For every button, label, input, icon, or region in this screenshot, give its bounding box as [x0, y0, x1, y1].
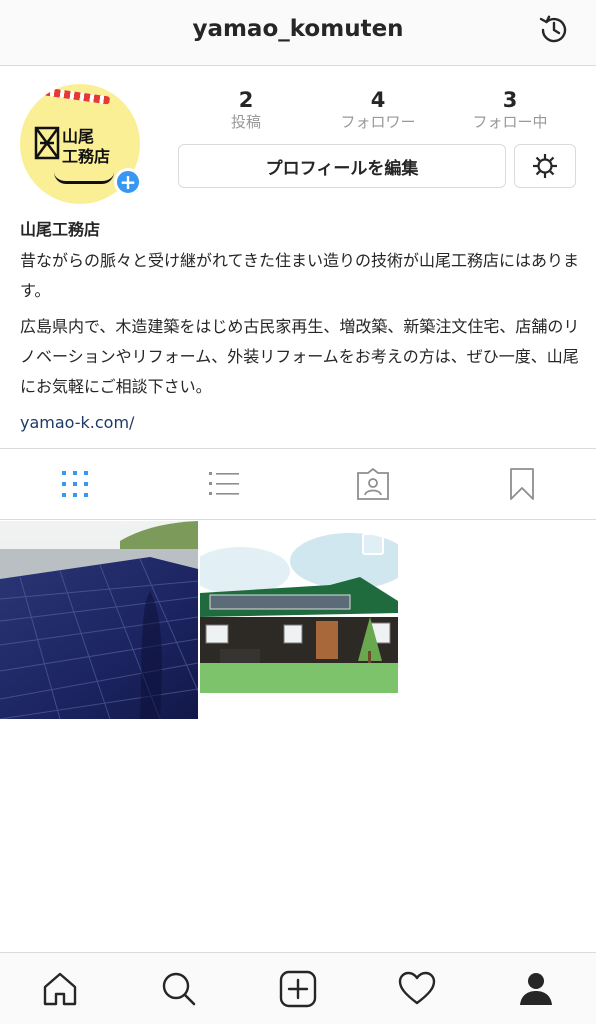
tab-saved[interactable] [447, 449, 596, 519]
nav-home[interactable] [0, 953, 119, 1024]
logo-mark-icon: 山尾 工務店 [34, 126, 110, 166]
history-button[interactable] [536, 12, 572, 48]
multi-post-icon [362, 533, 384, 555]
add-story-button[interactable]: + [114, 168, 142, 196]
post-thumbnail[interactable] [0, 521, 198, 719]
list-icon [208, 472, 239, 495]
tab-tagged[interactable] [298, 449, 447, 519]
svg-text:山尾: 山尾 [62, 127, 94, 146]
grid-icon [61, 471, 88, 497]
tab-list[interactable] [149, 449, 298, 519]
stat-label: フォロワー [340, 113, 416, 131]
heart-icon [399, 971, 436, 1004]
stat-followers[interactable]: 4 フォロワー [312, 88, 444, 138]
history-icon [539, 15, 567, 43]
bottom-navigation [0, 952, 596, 1024]
solar-panel-photo [0, 521, 198, 719]
stat-label: フォロー中 [472, 113, 548, 131]
add-post-icon [279, 970, 317, 1007]
stat-following[interactable]: 3 フォロー中 [444, 88, 576, 138]
profile-display-name: 山尾工務店 [20, 220, 101, 239]
stat-value: 3 [502, 88, 518, 112]
edit-profile-button[interactable]: プロフィールを編集 [178, 144, 506, 188]
bio-text-line-1: 昔ながらの脈々と受け継がれてきた住まい造りの技術が山尾工務店にはあります。 [20, 251, 580, 300]
avatar-decoration [43, 87, 111, 105]
bookmark-icon [509, 468, 534, 500]
nav-search[interactable] [119, 953, 238, 1024]
profile-icon [520, 972, 553, 1005]
home-icon [43, 972, 76, 1005]
tab-grid[interactable] [0, 449, 149, 519]
nav-profile[interactable] [477, 953, 596, 1024]
posts-grid [0, 521, 596, 721]
svg-text:工務店: 工務店 [62, 147, 110, 166]
profile-bio: 山尾工務店 昔ながらの脈々と受け継がれてきた住まい造りの技術が山尾工務店にはあり… [20, 218, 580, 438]
stat-value: 2 [238, 88, 254, 112]
avatar-container[interactable]: 山尾 工務店 + [20, 84, 144, 208]
plus-icon: + [119, 170, 137, 194]
avatar-logo: 山尾 工務店 [34, 124, 132, 166]
profile-tabs [0, 448, 596, 520]
search-icon [162, 972, 196, 1005]
bio-website-link[interactable]: yamao-k.com/ [20, 408, 580, 438]
profile-stats: 2 投稿 4 フォロワー 3 フォロー中 [180, 88, 576, 138]
stat-value: 4 [370, 88, 386, 112]
tagged-person-icon [356, 467, 389, 500]
nav-add-post[interactable] [238, 953, 357, 1024]
stat-posts[interactable]: 2 投稿 [180, 88, 312, 138]
post-thumbnail[interactable] [200, 521, 398, 719]
top-header: yamao_komuten [0, 0, 596, 66]
settings-button[interactable] [514, 144, 576, 188]
bio-text-line-2: 広島県内で、木造建築をはじめ古民家再生、増改築、新築注文住宅、店舗のリノベーショ… [20, 317, 580, 396]
gear-icon [533, 154, 557, 178]
avatar-decoration-smile [54, 172, 114, 184]
stat-label: 投稿 [230, 113, 261, 131]
profile-username: yamao_komuten [192, 16, 404, 42]
nav-activity[interactable] [358, 953, 477, 1024]
